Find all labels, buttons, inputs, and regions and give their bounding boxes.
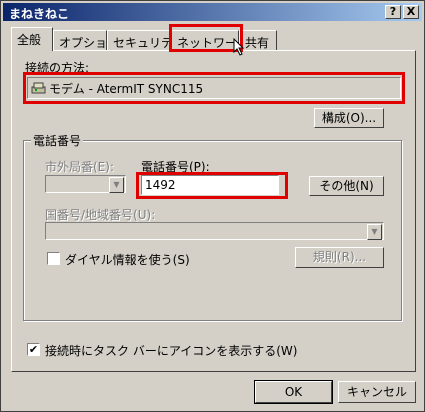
phone-number-value: 1492	[145, 178, 176, 192]
tab-general[interactable]: 全般	[11, 27, 53, 51]
tab-security[interactable]: セキュリティ	[107, 30, 184, 50]
properties-window: まねきねこ ? X 全般 オプション セキュリティ ネットワーク 共有 接続の方…	[0, 0, 425, 412]
mouse-cursor-icon	[233, 38, 245, 56]
area-code-label: 市外局番(E):	[45, 160, 114, 174]
phone-number-input[interactable]: 1492	[141, 175, 279, 195]
chevron-down-icon[interactable]: ▼	[367, 224, 382, 240]
show-taskbar-icon-checkbox[interactable]: ✔	[27, 343, 40, 356]
tab-network[interactable]: ネットワーク	[171, 30, 249, 50]
area-code-dropdown[interactable]: ▼	[45, 175, 126, 193]
window-title: まねきねこ	[9, 7, 70, 21]
use-dialing-rules-label: ダイヤル情報を使う(S)	[65, 253, 190, 267]
configure-button[interactable]: 構成(O)...	[314, 108, 384, 128]
connection-device-text: モデム - AtermIT SYNC115	[49, 82, 204, 96]
connection-method-label: 接続の方法:	[25, 61, 90, 75]
show-taskbar-icon-label: 接続時にタスク バーにアイコンを表示する(W)	[45, 344, 298, 358]
tab-options[interactable]: オプション	[53, 30, 119, 50]
country-code-label: 国番号/地域番号(U):	[45, 208, 156, 222]
title-bar: まねきねこ ? X	[3, 3, 422, 21]
help-button[interactable]: ?	[385, 5, 401, 19]
phone-group-title: 電話番号	[31, 132, 84, 149]
other-button[interactable]: その他(N)	[309, 176, 384, 196]
cancel-button[interactable]: キャンセル	[338, 381, 416, 403]
chevron-down-icon[interactable]: ▼	[109, 177, 124, 193]
use-dialing-rules-checkbox[interactable]	[47, 252, 60, 265]
connection-device-field[interactable]: モデム - AtermIT SYNC115	[27, 77, 401, 99]
modem-icon	[31, 82, 46, 94]
close-button[interactable]: X	[403, 5, 419, 19]
ok-button[interactable]: OK	[254, 380, 333, 404]
rules-button[interactable]: 規則(R)...	[295, 247, 384, 268]
country-code-dropdown[interactable]: ▼	[45, 222, 384, 240]
phone-number-label: 電話番号(P):	[141, 160, 210, 174]
